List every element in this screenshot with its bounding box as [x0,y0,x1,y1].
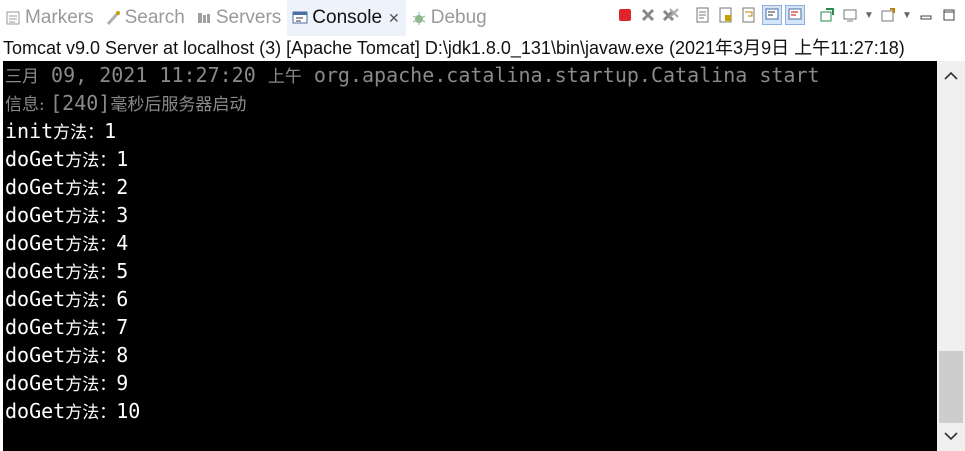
log-line: 信息: [240]毫秒后服务器启动 [5,91,247,115]
tab-console[interactable]: Console ✕ [287,0,406,36]
remove-all-terminated-icon[interactable] [661,5,681,25]
output-line: doGet方法：4 [5,231,129,255]
tab-label: Servers [215,7,282,28]
view-tab-bar: Markers Search Servers Console ✕ Debug ▼… [0,0,965,36]
clear-console-icon[interactable] [693,5,713,25]
pin-console-icon[interactable] [817,5,837,25]
terminate-icon[interactable] [615,5,635,25]
vertical-scrollbar[interactable] [937,61,965,451]
search-icon [104,9,122,27]
process-label: Tomcat v9.0 Server at localhost (3) [Apa… [0,36,965,60]
remove-launch-icon[interactable] [638,5,658,25]
maximize-icon[interactable] [939,5,959,25]
console-output[interactable]: 三月 09, 2021 11:27:20 上午 org.apache.catal… [3,61,937,451]
scroll-up-icon[interactable] [937,63,965,89]
console-icon [291,9,309,27]
close-icon[interactable]: ✕ [388,10,400,27]
tab-search[interactable]: Search [100,0,191,36]
tab-label: Debug [430,7,487,28]
output-line: doGet方法：3 [5,203,129,227]
tab-debug[interactable]: Debug [406,0,493,36]
output-line: doGet方法：7 [5,315,129,339]
show-on-stderr-icon[interactable] [785,5,805,25]
show-on-stdout-icon[interactable] [762,5,782,25]
output-line: doGet方法：1 [5,147,129,171]
tab-servers[interactable]: Servers [191,0,287,36]
log-line: 三月 09, 2021 11:27:20 上午 org.apache.catal… [5,63,820,87]
scroll-down-icon[interactable] [937,423,965,449]
output-line: doGet方法：10 [5,399,141,423]
servers-icon [195,9,213,27]
output-line: init方法：1 [5,119,117,143]
scroll-lock-icon[interactable] [716,5,736,25]
word-wrap-icon[interactable] [739,5,759,25]
new-console-icon[interactable] [878,5,898,25]
output-line: doGet方法：6 [5,287,129,311]
tab-label: Search [124,7,185,28]
tab-markers[interactable]: Markers [0,0,100,36]
debug-icon [410,9,428,27]
output-line: doGet方法：8 [5,343,129,367]
scrollbar-thumb[interactable] [939,351,963,423]
output-line: doGet方法：9 [5,371,129,395]
tab-label: Console [312,7,383,28]
chevron-down-icon[interactable]: ▼ [901,5,913,25]
tab-label: Markers [25,7,94,28]
markers-icon [4,9,22,27]
chevron-down-icon[interactable]: ▼ [863,5,875,25]
display-console-icon[interactable] [840,5,860,25]
output-line: doGet方法：2 [5,175,129,199]
output-line: doGet方法：5 [5,259,129,283]
minimize-icon[interactable] [916,5,936,25]
console-toolbar: ▼ ▼ [615,0,959,30]
